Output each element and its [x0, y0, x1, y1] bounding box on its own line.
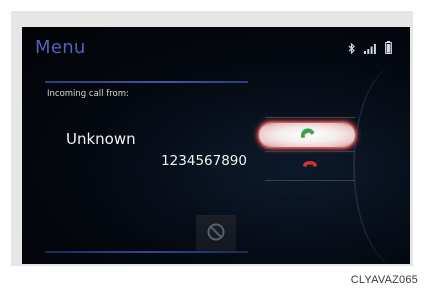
button-divider — [265, 151, 355, 152]
figure-caption: CLYAVAZ065 — [350, 274, 418, 286]
prohibited-icon — [206, 222, 226, 247]
button-divider — [265, 180, 355, 181]
accept-call-button[interactable] — [259, 123, 355, 147]
panel-top-divider — [45, 81, 248, 83]
display-screen: Menu Incoming call from: Unknown 1234567… — [22, 27, 410, 264]
decline-call-button[interactable] — [265, 155, 355, 177]
menu-button[interactable]: Menu — [35, 37, 86, 58]
caller-number: 1234567890 — [161, 153, 247, 169]
mute-button[interactable] — [196, 215, 236, 253]
status-bar — [348, 41, 392, 54]
signal-icon — [364, 44, 376, 54]
incoming-call-label: Incoming call from: — [47, 89, 129, 99]
phone-accept-icon — [298, 126, 316, 144]
decorative-arc — [353, 63, 410, 264]
caller-name: Unknown — [66, 130, 136, 148]
button-divider — [265, 117, 355, 118]
bluetooth-icon — [348, 43, 355, 54]
panel-bottom-divider — [45, 251, 248, 253]
battery-icon — [385, 41, 392, 54]
phone-decline-icon — [302, 157, 318, 175]
